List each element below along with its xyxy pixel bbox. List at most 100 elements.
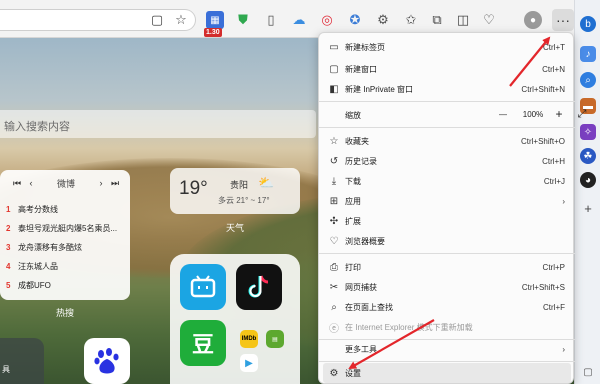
weather-card[interactable]: 19° 贵阳 ⛅ 多云 21° ~ 17°: [170, 168, 300, 214]
apps-icon: ⊞: [329, 195, 339, 207]
hot-item[interactable]: 5 成都UFO: [6, 276, 128, 295]
chevron-right-icon: ›: [562, 196, 565, 206]
search-bar[interactable]: 输入搜索内容: [0, 110, 316, 138]
collections-icon[interactable]: ⧉: [428, 11, 446, 29]
prev-page-icon[interactable]: ‹: [24, 178, 38, 188]
ie-icon: ⓔ: [329, 323, 339, 335]
extension-compass-icon[interactable]: ✪: [346, 11, 364, 29]
weather-city: 贵阳: [230, 180, 249, 190]
zoom-out-button[interactable]: —: [495, 110, 511, 119]
weather-caption: 天气: [226, 223, 245, 233]
bell-icon[interactable]: ♪: [580, 46, 596, 62]
cloud-icon[interactable]: ☁: [290, 11, 308, 29]
baidu-tile[interactable]: [84, 338, 130, 384]
extension-phone-icon[interactable]: ▯: [262, 11, 280, 29]
download-icon: ⤓: [331, 175, 337, 187]
next-page-icon[interactable]: ›: [94, 178, 108, 188]
heart-icon[interactable]: ♡: [480, 11, 498, 29]
tools-icon[interactable]: ✧: [580, 124, 596, 140]
settings-menu: ▭ 新建标签页 Ctrl+T ▢ 新建窗口 Ctrl+N ◧ 新建 InPriv…: [318, 32, 586, 384]
menu-extensions[interactable]: ✣ 扩展: [323, 211, 571, 231]
menu-favorites[interactable]: ☆ 收藏夹 Ctrl+Shift+O: [323, 131, 571, 151]
menu-divider: [319, 253, 575, 254]
douban-icon[interactable]: 豆: [180, 320, 226, 366]
reading-view-icon[interactable]: ▢: [148, 11, 166, 29]
hot-item[interactable]: 4 汪东城人品: [6, 257, 128, 276]
sidebar-settings-icon[interactable]: ▢: [580, 364, 596, 380]
address-bar[interactable]: [0, 9, 196, 31]
qq-penguin-icon[interactable]: ◕: [580, 172, 596, 188]
last-page-icon[interactable]: ⏭: [108, 178, 122, 189]
profile-avatar-icon[interactable]: ●: [524, 11, 542, 29]
search-placeholder: 输入搜索内容: [4, 121, 70, 133]
inprivate-icon: ◧: [329, 83, 339, 95]
window-icon: ▢: [329, 63, 339, 75]
menu-zoom: 缩放: [345, 110, 361, 120]
hot-item[interactable]: 2 泰坦号观光艇内爆5名乘员...: [6, 219, 128, 238]
menu-settings[interactable]: ⚙ 设置: [323, 363, 571, 383]
star-list-icon: ☆: [329, 135, 339, 147]
chevron-right-icon: ›: [562, 344, 565, 354]
zoom-in-button[interactable]: +: [551, 107, 567, 121]
print-icon: ⎙: [330, 261, 338, 273]
hot-search-header: ⏮ ‹ 微博 › ⏭: [10, 176, 122, 190]
menu-ie-mode: ⓔ 在 Internet Explorer 模式下重新加载: [323, 317, 571, 337]
menu-more-tools[interactable]: 更多工具 ›: [323, 339, 571, 359]
history-icon: ↺: [329, 155, 339, 167]
favorites-bar-icon[interactable]: ✩: [402, 11, 420, 29]
menu-downloads[interactable]: ⤓ 下载 Ctrl+J: [323, 171, 571, 191]
zoom-value: 100%: [522, 109, 544, 119]
menu-web-capture[interactable]: ✂ 网页捕获 Ctrl+Shift+S: [323, 277, 571, 297]
hot-search-card: ⏮ ‹ 微博 › ⏭ 1 高考分数线 2 泰坦号观光艇内爆5名乘员... 3 龙舟漂移…: [0, 170, 130, 300]
ereader-icon[interactable]: ▤: [266, 330, 284, 348]
menu-inprivate[interactable]: ◧ 新建 InPrivate 窗口 Ctrl+Shift+N: [323, 79, 571, 99]
hot-search-title: 微博: [56, 178, 75, 189]
menu-find-on-page[interactable]: ⌕ 在页面上查找 Ctrl+F: [323, 297, 571, 317]
baidu-paw-icon: [94, 348, 119, 374]
bing-icon[interactable]: b: [580, 16, 596, 32]
new-tab-icon: ▭: [329, 41, 339, 53]
partly-cloudy-icon: ⛅: [258, 175, 275, 190]
tiktok-icon[interactable]: [236, 264, 282, 310]
menu-divider: [319, 361, 575, 362]
heart-pulse-icon: ♡: [329, 235, 339, 247]
imdb-icon[interactable]: IMDb: [240, 330, 258, 348]
menu-new-window[interactable]: ▢ 新建窗口 Ctrl+N: [323, 59, 571, 79]
menu-divider: [319, 127, 575, 128]
favorite-star-icon[interactable]: ☆: [172, 11, 190, 29]
menu-browser-essentials[interactable]: ♡ 浏览器概要: [323, 231, 571, 251]
shield-check-icon[interactable]: ⛊: [234, 11, 252, 29]
bilibili-icon[interactable]: [180, 264, 226, 310]
extension-ads-icon[interactable]: ▦: [206, 11, 224, 29]
weather-temperature: 19°: [179, 178, 208, 199]
play-store-icon[interactable]: ▶: [240, 354, 258, 372]
scissors-icon: ✂: [329, 281, 339, 293]
first-page-icon[interactable]: ⏮: [10, 178, 24, 189]
find-icon: ⌕: [331, 301, 337, 313]
tools-tile[interactable]: 具: [0, 338, 44, 384]
baidu-paw-icon[interactable]: ☘: [580, 148, 596, 164]
menu-history[interactable]: ↺ 历史记录 Ctrl+H: [323, 151, 571, 171]
settings-more-button[interactable]: ···: [552, 9, 574, 31]
fullscreen-expand-icon[interactable]: ⤢: [571, 108, 593, 121]
menu-new-tab[interactable]: ▭ 新建标签页 Ctrl+T: [323, 37, 571, 57]
hot-item[interactable]: 1 高考分数线: [6, 200, 128, 219]
hot-item[interactable]: 3 龙舟漂移有多酷炫: [6, 238, 128, 257]
edge-sidebar: b ♪ ⌕ ▬ ✧ ☘ ◕ + ▢: [574, 0, 600, 384]
menu-divider: [319, 101, 575, 102]
weather-condition: 多云 21° ~ 17°: [218, 196, 270, 205]
puzzle-icon[interactable]: ⚙: [374, 11, 392, 29]
zoom-controls: — 100% + ⤢: [495, 107, 593, 121]
split-screen-icon[interactable]: ◫: [454, 11, 472, 29]
menu-print[interactable]: ⎙ 打印 Ctrl+P: [323, 257, 571, 277]
add-icon[interactable]: +: [580, 200, 596, 216]
search-icon[interactable]: ⌕: [580, 72, 596, 88]
gear-icon: ⚙: [329, 367, 339, 379]
extension-badge: 1.30: [204, 28, 222, 37]
extensions-icon: ✣: [329, 215, 339, 227]
app-folder[interactable]: 豆 IMDb ▤ ▶: [170, 254, 300, 384]
target-icon[interactable]: ◎: [318, 11, 336, 29]
menu-apps[interactable]: ⊞ 应用 ›: [323, 191, 571, 211]
hot-search-list: 1 高考分数线 2 泰坦号观光艇内爆5名乘员... 3 龙舟漂移有多酷炫 4 汪东城人品…: [6, 200, 128, 295]
hot-search-caption: 热搜: [56, 308, 75, 318]
